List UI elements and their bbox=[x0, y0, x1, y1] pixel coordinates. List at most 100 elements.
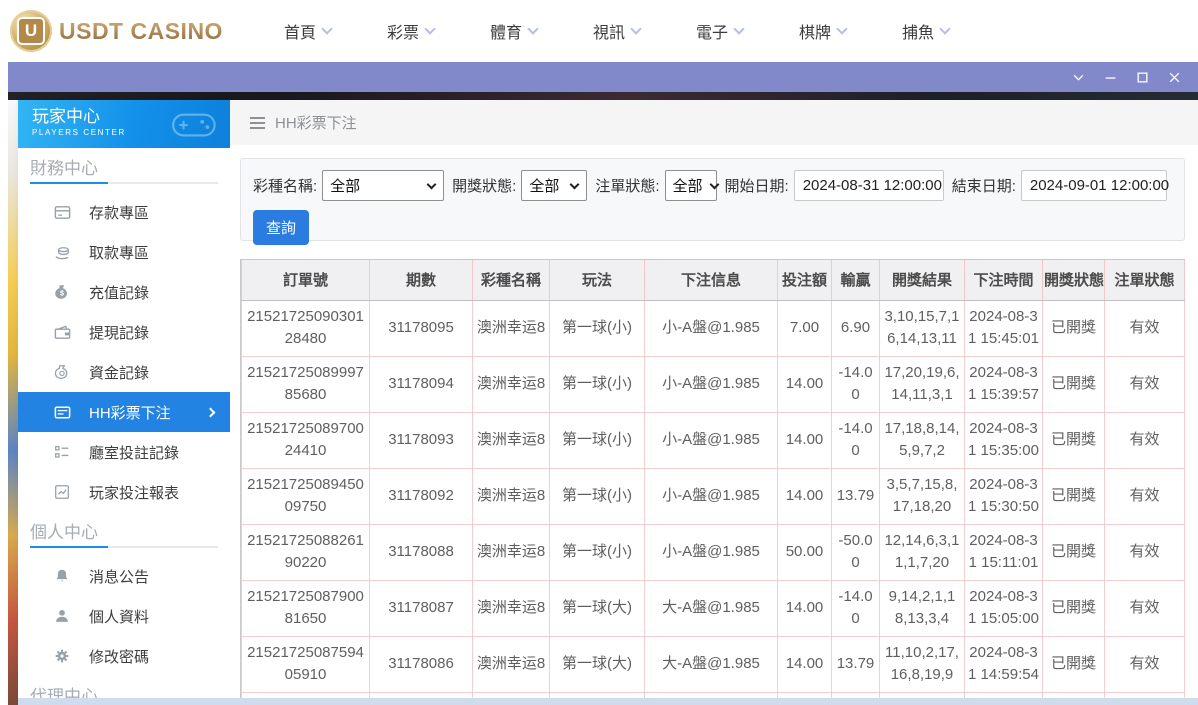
gamepad-icon bbox=[172, 113, 216, 137]
sidebar-item-hall-record[interactable]: 廳室投註記錄 bbox=[18, 432, 230, 472]
table-cell: -50.00 bbox=[831, 523, 880, 581]
table-cell: 有效 bbox=[1104, 411, 1185, 469]
table-cell: 3,10,15,7,16,14,13,11 bbox=[879, 299, 965, 357]
table-cell: 大-A盤@1.985 bbox=[644, 635, 778, 693]
nav-item-label: 電子 bbox=[695, 25, 728, 42]
page-background-strip bbox=[8, 100, 18, 705]
window-maximize-button[interactable] bbox=[1126, 62, 1158, 92]
nav-item-5[interactable]: 電子 bbox=[668, 19, 771, 43]
table-cell: 已開獎 bbox=[1042, 355, 1105, 413]
table-cell: 小-A盤@1.985 bbox=[644, 299, 778, 357]
order-status-label: 注單狀態: bbox=[595, 178, 660, 195]
nav-item-1[interactable]: 首頁 bbox=[256, 19, 359, 43]
nav-item-2[interactable]: 彩票 bbox=[359, 19, 462, 43]
breadcrumb: HH彩票下注 bbox=[230, 100, 1198, 145]
top-nav-bar: U USDT CASINO 首頁 彩票 體育 視訊 電子 棋牌 捕魚 bbox=[0, 0, 1198, 62]
table-cell: 2152172508970024410 bbox=[241, 411, 370, 469]
chevron-down-icon bbox=[426, 179, 437, 189]
table-cell: 小-A盤@1.985 bbox=[644, 523, 778, 581]
lottery-name-select[interactable]: 全部 bbox=[322, 170, 445, 201]
lottery-ticket-icon bbox=[52, 402, 72, 422]
table-cell: 31178087 bbox=[369, 579, 473, 637]
table-cell: 大-A盤@1.985 bbox=[644, 579, 778, 637]
table-cell: 17,18,8,14,5,9,7,2 bbox=[879, 411, 965, 469]
deposit-card-icon bbox=[52, 202, 72, 222]
sidebar-item-withdrawal-wallet[interactable]: 提現記錄 bbox=[18, 312, 230, 352]
table-row: 2152172508970024410 31178093 澳洲幸运8 第一球(小) 小-… bbox=[241, 411, 1185, 469]
sidebar-item-label: 消息公告 bbox=[89, 568, 150, 586]
column-header: 玩法 bbox=[549, 260, 645, 301]
window-collapse-button[interactable] bbox=[1062, 62, 1094, 92]
column-header: 訂單號 bbox=[241, 260, 370, 301]
sidebar-item-label: 充值記錄 bbox=[89, 284, 150, 302]
sidebar-item-funds-record[interactable]: 資金記錄 bbox=[18, 352, 230, 392]
table-cell: 31178094 bbox=[369, 355, 473, 413]
maximize-icon bbox=[1137, 72, 1147, 82]
bottom-strip bbox=[18, 698, 1198, 705]
sidebar-item-user[interactable]: 個人資料 bbox=[18, 596, 230, 636]
sidebar-item-gear[interactable]: 修改密碼 bbox=[18, 636, 230, 676]
table-cell: 2024-08-31 15:11:01 bbox=[964, 523, 1043, 581]
sidebar-item-label: HH彩票下注 bbox=[89, 404, 171, 422]
window-minimize-button[interactable] bbox=[1094, 62, 1126, 92]
filter-row: 彩種名稱: 全部 開獎狀態: 全部 注單狀態: 全部 開始日期: 2024-08… bbox=[252, 170, 1173, 201]
table-cell: 有效 bbox=[1104, 523, 1185, 581]
window-close-button[interactable] bbox=[1158, 62, 1190, 92]
sidebar-item-bell[interactable]: 消息公告 bbox=[18, 556, 230, 596]
sidebar-item-withdraw-hand[interactable]: 取款專區 bbox=[18, 232, 230, 272]
nav-item-label: 捕魚 bbox=[901, 25, 934, 42]
chevron-down-icon bbox=[424, 22, 436, 35]
funds-record-icon bbox=[52, 362, 72, 382]
table-cell: 12,14,6,3,11,1,7,20 bbox=[879, 523, 965, 581]
table-cell: 第一球(小) bbox=[549, 355, 645, 413]
table-row: 2152172508826190220 31178088 澳洲幸运8 第一球(小) 小-… bbox=[241, 523, 1185, 581]
section-divider bbox=[30, 182, 218, 184]
main-panel: HH彩票下注 彩種名稱: 全部 開獎狀態: 全部 注單狀態: 全部 開始日期: … bbox=[230, 100, 1198, 705]
sidebar-item-lottery-ticket[interactable]: HH彩票下注 bbox=[18, 392, 230, 432]
table-row: 2152172509030128480 31178095 澳洲幸运8 第一球(小) 小-… bbox=[241, 299, 1185, 357]
chevron-down-icon bbox=[527, 22, 539, 35]
table-cell: 13.79 bbox=[831, 635, 880, 693]
draw-status-select[interactable]: 全部 bbox=[521, 170, 588, 201]
chevron-down-icon bbox=[709, 179, 719, 189]
order-status-select[interactable]: 全部 bbox=[664, 170, 719, 201]
end-date-input[interactable]: 2024-09-01 12:00:00 bbox=[1020, 170, 1169, 201]
start-date-input[interactable]: 2024-08-31 12:00:00 bbox=[793, 170, 944, 201]
nav-item-4[interactable]: 視訊 bbox=[565, 19, 668, 43]
nav-item-3[interactable]: 體育 bbox=[462, 19, 565, 43]
table-cell: -14.00 bbox=[831, 411, 880, 469]
table-cell: 第一球(大) bbox=[549, 579, 645, 637]
chevron-down-icon bbox=[939, 22, 951, 35]
sidebar-item-deposit-card[interactable]: 存款專區 bbox=[18, 192, 230, 232]
table-cell: 2152172508945009750 bbox=[241, 467, 370, 525]
brand-logo[interactable]: U USDT CASINO bbox=[10, 10, 242, 52]
nav-item-6[interactable]: 棋牌 bbox=[771, 19, 874, 43]
sidebar-item-label: 存款專區 bbox=[89, 204, 150, 222]
order-status-value: 全部 bbox=[672, 178, 703, 195]
sidebar-item-recharge-moneybag[interactable]: $ 充值記錄 bbox=[18, 272, 230, 312]
table-cell: 2024-08-31 15:39:57 bbox=[964, 355, 1043, 413]
sidebar-item-label: 廳室投註記錄 bbox=[89, 444, 180, 462]
table-cell: 澳洲幸运8 bbox=[472, 635, 550, 693]
table-cell: 2024-08-31 15:35:00 bbox=[964, 411, 1043, 469]
nav-item-label: 棋牌 bbox=[798, 25, 831, 42]
table-cell: 14.00 bbox=[777, 355, 832, 413]
table-cell: 有效 bbox=[1104, 579, 1185, 637]
window-titlebar bbox=[8, 62, 1198, 92]
recharge-moneybag-icon: $ bbox=[52, 282, 72, 302]
table-cell: 13.79 bbox=[831, 467, 880, 525]
filter-panel: 彩種名稱: 全部 開獎狀態: 全部 注單狀態: 全部 開始日期: 2024-08… bbox=[240, 158, 1185, 245]
table-cell: 澳洲幸运8 bbox=[472, 523, 550, 581]
start-date-label: 開始日期: bbox=[724, 178, 789, 195]
query-button[interactable]: 查詢 bbox=[253, 210, 309, 245]
column-header: 注單狀態 bbox=[1104, 260, 1185, 301]
sidebar-item-report-chart[interactable]: 玩家投注報表 bbox=[18, 472, 230, 512]
column-header: 下注時間 bbox=[964, 260, 1043, 301]
sidebar-section-label: 財務中心 bbox=[30, 159, 98, 178]
hamburger-icon[interactable] bbox=[250, 116, 265, 129]
table-cell: 6.90 bbox=[831, 299, 880, 357]
table-cell: 有效 bbox=[1104, 635, 1185, 693]
nav-item-7[interactable]: 捕魚 bbox=[874, 19, 977, 43]
table-cell: 第一球(大) bbox=[549, 635, 645, 693]
table-cell: 31178095 bbox=[369, 299, 473, 357]
